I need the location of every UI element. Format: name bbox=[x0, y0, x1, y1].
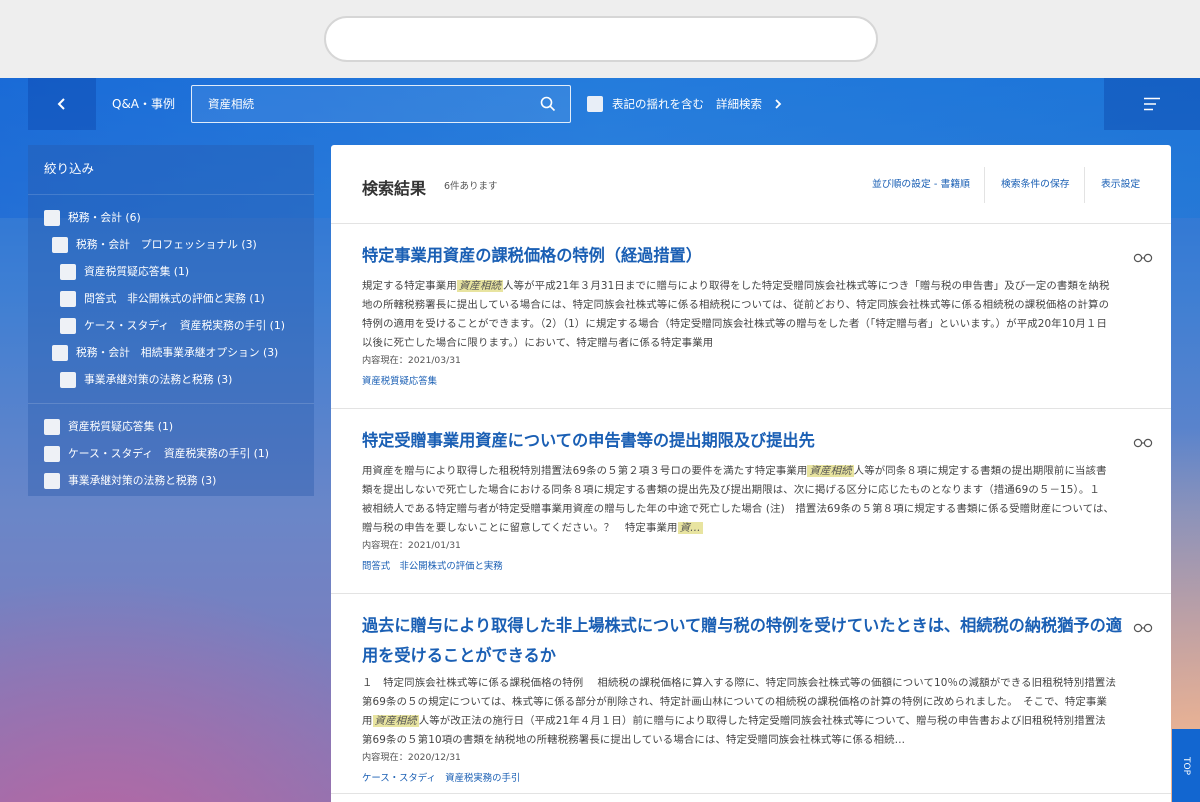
search-highlight: 資産相続 bbox=[456, 280, 504, 292]
search-icon[interactable] bbox=[540, 96, 556, 112]
facet-checkbox[interactable] bbox=[44, 446, 60, 462]
glasses-icon[interactable] bbox=[1133, 623, 1153, 633]
facet-item[interactable]: 問答式 非公開株式の評価と実務 (1) bbox=[28, 285, 314, 312]
divider bbox=[984, 167, 985, 203]
variant-checkbox[interactable] bbox=[587, 96, 603, 112]
results-panel: 検索結果 6件あります 並び順の設定 - 書籍順 検索条件の保存 表示設定 特定… bbox=[331, 145, 1171, 802]
section-label: Q&A・事例 bbox=[112, 97, 176, 111]
browser-chrome bbox=[0, 0, 1200, 78]
result-source-link[interactable]: ケース・スタディ 資産税実務の手引 bbox=[362, 770, 520, 784]
facet-checkbox[interactable] bbox=[52, 345, 68, 361]
result-item: 特定事業用資産の課税価格の特例（経過措置） 規定する特定事業用 資産相続 人等が平成… bbox=[331, 224, 1171, 409]
facet-item[interactable]: 税務・会計 (6) bbox=[28, 204, 314, 231]
menu-button[interactable] bbox=[1104, 78, 1200, 130]
facet-label[interactable]: ケース・スタディ 資産税実務の手引 (1) bbox=[84, 312, 285, 339]
app-container: Q&A・事例 表記の揺れを含む 詳細検索 絞り込み 税務・会計 (6) bbox=[0, 78, 1200, 802]
result-snippet: 用資産を贈与により取得した租税特別措置法69条の５第２項３号ロの要件を満たす特定… bbox=[362, 462, 1116, 538]
result-date: 内容現在：2021/01/31 bbox=[362, 540, 461, 551]
search-input[interactable] bbox=[192, 86, 532, 122]
results-title: 検索結果 bbox=[362, 179, 427, 198]
facet-label[interactable]: ケース・スタディ 資産税実務の手引 (1) bbox=[68, 440, 269, 467]
result-title[interactable]: 特定受贈事業用資産についての申告書等の提出期限及び提出先 bbox=[362, 426, 1122, 456]
advanced-search-link[interactable]: 詳細検索 bbox=[716, 78, 762, 130]
facet-checkbox[interactable] bbox=[44, 210, 60, 226]
url-bar[interactable] bbox=[324, 16, 878, 62]
facet-label[interactable]: 問答式 非公開株式の評価と実務 (1) bbox=[84, 285, 265, 312]
results-header: 検索結果 6件あります 並び順の設定 - 書籍順 検索条件の保存 表示設定 bbox=[331, 145, 1171, 224]
result-source-link[interactable]: 問答式 非公開株式の評価と実務 bbox=[362, 558, 503, 572]
top-bar: Q&A・事例 表記の揺れを含む 詳細検索 bbox=[0, 78, 1200, 130]
facet-group-1: 税務・会計 (6) 税務・会計 プロフェッショナル (3) 資産税質疑応答集 (… bbox=[28, 195, 314, 393]
facet-label[interactable]: 事業承継対策の法務と税務 (3) bbox=[68, 467, 216, 494]
divider bbox=[1084, 167, 1085, 203]
result-source-link[interactable]: 資産税質疑応答集 bbox=[362, 373, 437, 387]
scroll-top-button[interactable]: TOP bbox=[1172, 729, 1200, 802]
search-highlight: 資… bbox=[677, 522, 703, 534]
facet-label[interactable]: 税務・会計 相続事業承継オプション (3) bbox=[76, 339, 278, 366]
search-highlight: 資産相続 bbox=[372, 715, 419, 727]
sort-settings-link[interactable]: 並び順の設定 - 書籍順 bbox=[872, 167, 970, 203]
facet-group-2: 資産税質疑応答集 (1) ケース・スタディ 資産税実務の手引 (1) 事業承継対… bbox=[28, 413, 314, 494]
facet-checkbox[interactable] bbox=[52, 237, 68, 253]
facet-label[interactable]: 事業承継対策の法務と税務 (3) bbox=[84, 366, 232, 393]
results-count: 6件あります bbox=[444, 181, 498, 192]
facet-item[interactable]: 事業承継対策の法務と税務 (3) bbox=[28, 366, 314, 393]
snippet-text: 用資産を贈与により取得した租税特別措置法69条の５第２項３号ロの要件を満たす特定… bbox=[362, 465, 808, 477]
chevron-left-icon bbox=[57, 98, 65, 110]
facet-checkbox[interactable] bbox=[60, 264, 76, 280]
save-search-link[interactable]: 検索条件の保存 bbox=[1001, 167, 1070, 203]
facet-item[interactable]: ケース・スタディ 資産税実務の手引 (1) bbox=[28, 312, 314, 339]
result-date: 内容現在：2020/12/31 bbox=[362, 752, 461, 763]
result-snippet: 規定する特定事業用 資産相続 人等が平成21年３月31日までに贈与により取得をした特… bbox=[362, 277, 1116, 353]
result-item: 過去に贈与により取得した非上場株式について贈与税の特例を受けていたときは、相続税… bbox=[331, 594, 1171, 794]
result-title[interactable]: 特定事業用資産の課税価格の特例（経過措置） bbox=[362, 241, 1122, 271]
facet-item[interactable]: ケース・スタディ 資産税実務の手引 (1) bbox=[28, 440, 314, 467]
display-settings-link[interactable]: 表示設定 bbox=[1101, 167, 1140, 203]
result-snippet: １ 特定同族会社株式等に係る課税価格の特例 相続税の課税価格に算入する際に、特定… bbox=[362, 674, 1116, 750]
variant-label[interactable]: 表記の揺れを含む bbox=[612, 78, 704, 130]
facet-item[interactable]: 資産税質疑応答集 (1) bbox=[28, 413, 314, 440]
snippet-text: 規定する特定事業用 bbox=[362, 280, 457, 292]
glasses-icon[interactable] bbox=[1133, 253, 1153, 263]
facet-item[interactable]: 税務・会計 プロフェッショナル (3) bbox=[28, 231, 314, 258]
sidebar-title: 絞り込み bbox=[28, 145, 314, 195]
facet-label[interactable]: 税務・会計 (6) bbox=[68, 204, 141, 231]
result-date: 内容現在：2021/03/31 bbox=[362, 355, 461, 366]
search-highlight: 資産相続 bbox=[807, 465, 854, 477]
snippet-text: 人等が改正法の施行日（平成21年４月１日）前に贈与により取得した特定受贈同族会社… bbox=[362, 715, 1106, 746]
result-item: 特定受贈事業用資産についての申告書等の提出期限及び提出先 用資産を贈与により取得… bbox=[331, 409, 1171, 594]
result-title[interactable]: 過去に贈与により取得した非上場株式について贈与税の特例を受けていたときは、相続税… bbox=[362, 611, 1122, 671]
facet-item[interactable]: 事業承継対策の法務と税務 (3) bbox=[28, 467, 314, 494]
search-box[interactable] bbox=[191, 85, 571, 123]
facet-checkbox[interactable] bbox=[60, 372, 76, 388]
facet-checkbox[interactable] bbox=[60, 318, 76, 334]
facet-label[interactable]: 資産税質疑応答集 (1) bbox=[84, 258, 189, 285]
facet-label[interactable]: 資産税質疑応答集 (1) bbox=[68, 413, 173, 440]
hamburger-menu-icon bbox=[1144, 97, 1160, 111]
facet-checkbox[interactable] bbox=[44, 419, 60, 435]
chevron-right-icon[interactable] bbox=[774, 98, 782, 110]
glasses-icon[interactable] bbox=[1133, 438, 1153, 448]
facet-checkbox[interactable] bbox=[44, 473, 60, 489]
back-button[interactable] bbox=[28, 78, 96, 130]
facet-item[interactable]: 税務・会計 相続事業承継オプション (3) bbox=[28, 339, 314, 366]
scroll-top-label: TOP bbox=[1180, 756, 1191, 775]
facet-label[interactable]: 税務・会計 プロフェッショナル (3) bbox=[76, 231, 257, 258]
facet-checkbox[interactable] bbox=[60, 291, 76, 307]
filter-sidebar: 絞り込み 税務・会計 (6) 税務・会計 プロフェッショナル (3) 資産税質疑… bbox=[28, 145, 314, 496]
facet-item[interactable]: 資産税質疑応答集 (1) bbox=[28, 258, 314, 285]
divider bbox=[28, 403, 314, 404]
